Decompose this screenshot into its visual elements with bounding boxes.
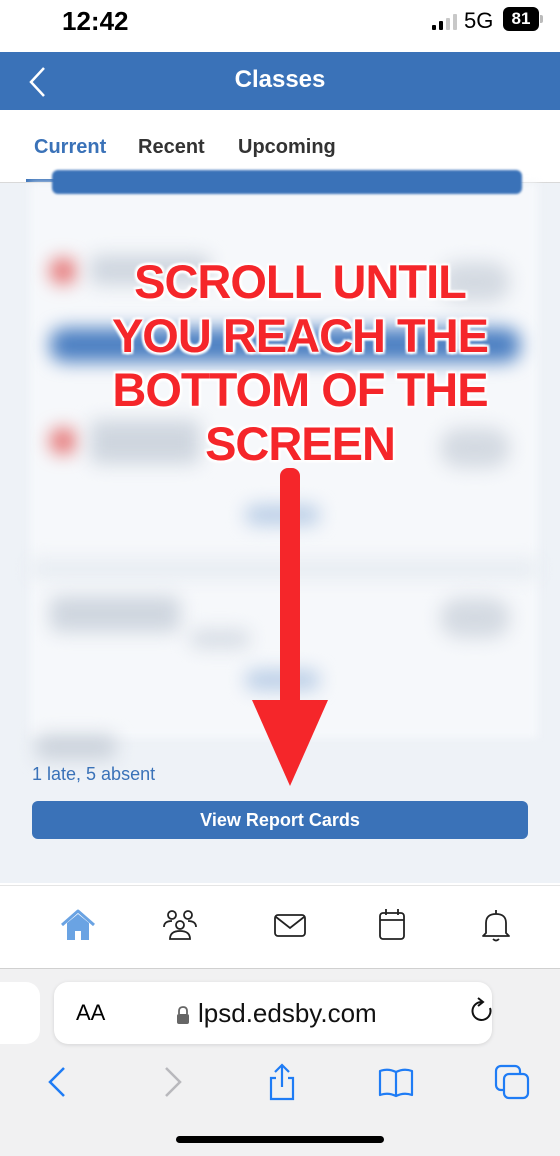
bell-icon[interactable]	[476, 905, 516, 945]
page-title: Classes	[234, 66, 326, 93]
signal-icon	[432, 14, 457, 30]
browser-back-icon[interactable]	[38, 1062, 78, 1102]
battery-tip	[540, 15, 543, 23]
status-time: 12:42	[62, 6, 129, 36]
blurred-dot	[50, 428, 76, 454]
reload-icon[interactable]	[468, 996, 496, 1026]
battery-icon: 81	[503, 7, 539, 31]
share-icon[interactable]	[262, 1062, 302, 1102]
blurred-text	[36, 735, 116, 759]
home-icon[interactable]	[58, 905, 98, 945]
tab-recent[interactable]: Recent	[138, 136, 205, 159]
lock-icon	[177, 1006, 189, 1024]
bookmarks-icon[interactable]	[376, 1062, 416, 1102]
scroll-instruction-overlay: SCROLL UNTIL YOU REACH THE BOTTOM OF THE…	[111, 255, 489, 470]
blurred-dot	[50, 258, 76, 284]
blurred-badge	[440, 598, 510, 638]
view-report-cards-button[interactable]: View Report Cards	[32, 801, 528, 839]
tab-upcoming[interactable]: Upcoming	[238, 136, 336, 159]
tab-current[interactable]: Current	[34, 136, 106, 159]
previous-tab-edge[interactable]	[0, 982, 40, 1044]
tabs-icon[interactable]	[492, 1062, 532, 1102]
browser-forward-icon[interactable]	[152, 1062, 192, 1102]
people-icon[interactable]	[160, 905, 200, 945]
blurred-text	[190, 630, 250, 648]
new-results-button-blurred	[52, 170, 522, 194]
url-text[interactable]: lpsd.edsby.com	[198, 998, 377, 1029]
attendance-summary[interactable]: 1 late, 5 absent	[32, 764, 155, 785]
reader-options-button[interactable]: AA	[76, 1000, 105, 1026]
network-label: 5G	[464, 8, 494, 33]
home-indicator	[176, 1136, 384, 1143]
mail-icon[interactable]	[270, 905, 310, 945]
down-arrow-icon	[252, 468, 328, 786]
blurred-text	[50, 596, 180, 632]
calendar-icon[interactable]	[372, 905, 412, 945]
